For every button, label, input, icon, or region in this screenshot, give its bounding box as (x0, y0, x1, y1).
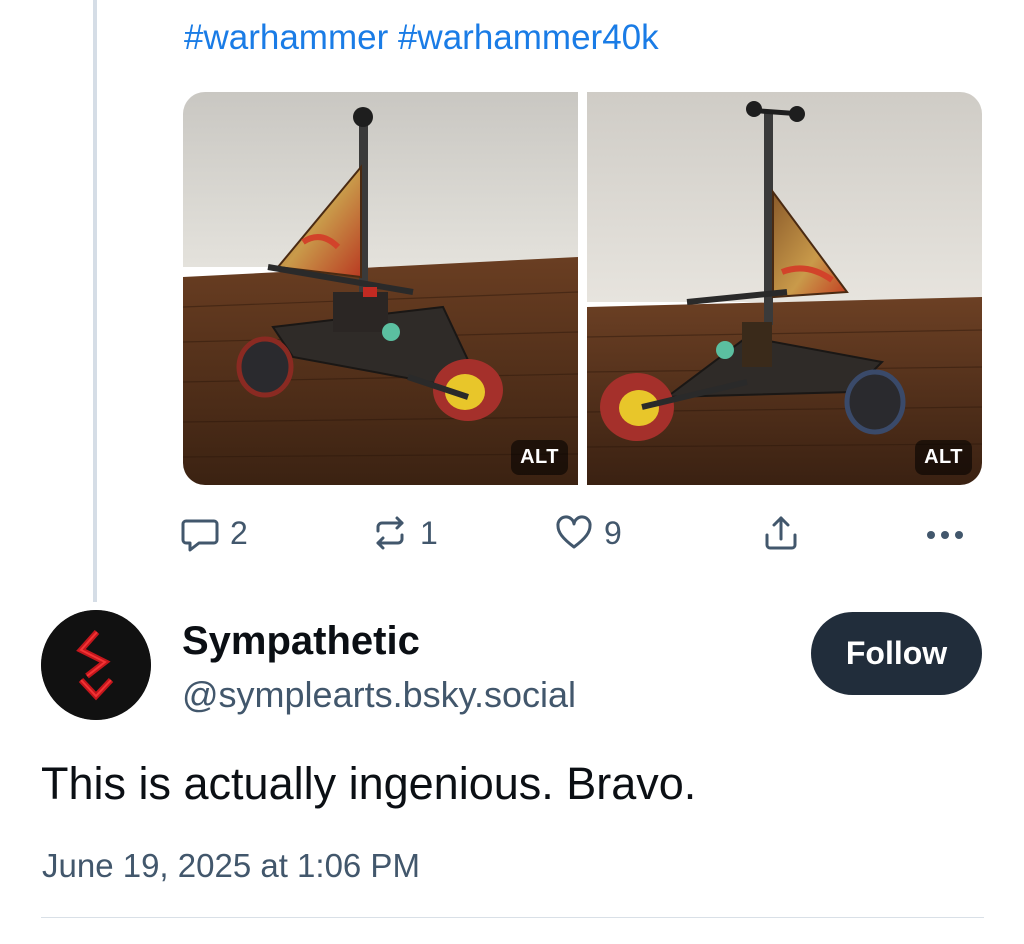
reply-button[interactable]: 2 (180, 508, 248, 558)
miniature-photo-image (587, 92, 982, 485)
post-image[interactable]: ALT (587, 92, 982, 485)
like-count: 9 (604, 514, 622, 551)
more-options-button[interactable] (923, 508, 967, 558)
image-gallery: ALT ALT (183, 92, 982, 485)
speech-bubble-icon (180, 513, 220, 553)
post-action-bar: 2 1 9 (180, 508, 985, 558)
share-button[interactable] (761, 508, 801, 558)
reply-author-row: Sympathetic @symplearts.bsky.social Foll… (41, 610, 986, 722)
post-hashtags: #warhammer #warhammer40k (184, 18, 659, 58)
avatar[interactable] (41, 610, 151, 720)
follow-button[interactable]: Follow (811, 612, 982, 695)
repost-arrows-icon (370, 513, 410, 553)
author-display-name[interactable]: Sympathetic (182, 619, 420, 664)
alt-text-badge[interactable]: ALT (511, 440, 568, 475)
author-handle[interactable]: @symplearts.bsky.social (182, 674, 576, 716)
hashtag-link[interactable]: #warhammer (184, 18, 388, 57)
repost-count: 1 (420, 514, 438, 551)
thread-connector-line (93, 0, 97, 602)
share-upload-icon (761, 513, 801, 553)
reply-count: 2 (230, 514, 248, 551)
post-image[interactable]: ALT (183, 92, 578, 485)
post-timestamp[interactable]: June 19, 2025 at 1:06 PM (42, 847, 420, 885)
reply-text: This is actually ingenious. Bravo. (41, 758, 697, 809)
avatar-logo-icon (41, 610, 151, 720)
miniature-photo-image (183, 92, 578, 485)
like-button[interactable]: 9 (554, 508, 622, 558)
hashtag-link[interactable]: #warhammer40k (398, 18, 659, 57)
ellipsis-icon (923, 513, 967, 553)
divider (41, 917, 984, 918)
alt-text-badge[interactable]: ALT (915, 440, 972, 475)
repost-button[interactable]: 1 (370, 508, 438, 558)
heart-outline-icon (554, 513, 594, 553)
